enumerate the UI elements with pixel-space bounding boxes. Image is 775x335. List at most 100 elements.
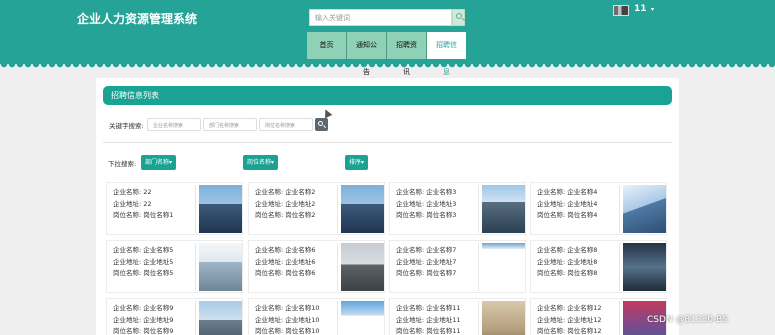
job-card[interactable]: 企业名称: 企业名称3 企业地址: 企业地址3 岗位名称: 岗位名称3 (389, 182, 526, 235)
position-name: 岗位名称: 岗位名称6 (255, 269, 316, 277)
keyword-search-label: 关键字搜索: (109, 122, 144, 130)
position-name: 岗位名称: 岗位名称10 (255, 327, 320, 335)
company-address: 企业地址: 企业地址5 (113, 257, 174, 266)
company-address: 企业地址: 22 (113, 199, 152, 208)
company-address: 企业地址: 企业地址3 (396, 199, 457, 208)
keyword-search-button[interactable] (315, 118, 328, 131)
card-separator (337, 185, 338, 233)
company-name: 企业名称: 22 (113, 188, 152, 196)
job-card[interactable]: 企业名称: 企业名称5 企业地址: 企业地址5 岗位名称: 岗位名称5 (106, 240, 243, 293)
company-name: 企业名称: 企业名称7 (396, 246, 457, 254)
company-address: 企业地址: 企业地址12 (537, 315, 602, 324)
building-image[interactable] (482, 243, 525, 291)
job-card-info: 企业名称: 企业名称10 企业地址: 企业地址10 岗位名称: 岗位名称10 (255, 303, 320, 335)
main-nav: 首页 通知公告 招聘资讯 招聘信息 (307, 32, 466, 76)
building-image[interactable] (199, 185, 242, 233)
building-image[interactable] (623, 185, 666, 233)
dropdown-search-label: 下拉搜索: (108, 160, 137, 168)
department-dropdown[interactable]: 部门名称▾ (141, 155, 177, 170)
job-card-info: 企业名称: 企业名称7 企业地址: 企业地址7 岗位名称: 岗位名称7 (396, 245, 456, 280)
job-card[interactable]: 企业名称: 22 企业地址: 22 岗位名称: 岗位名称1 (106, 182, 243, 235)
job-card-info: 企业名称: 企业名称11 企业地址: 企业地址11 岗位名称: 岗位名称11 (396, 303, 461, 335)
company-name: 企业名称: 企业名称6 (255, 246, 316, 254)
job-card-info: 企业名称: 企业名称3 企业地址: 企业地址3 岗位名称: 岗位名称3 (396, 187, 456, 222)
card-separator (337, 243, 338, 291)
company-address: 企业地址: 企业地址7 (396, 257, 457, 266)
nav-item-recruit-news[interactable]: 招聘资讯 (387, 32, 427, 76)
job-card[interactable]: 企业名称: 企业名称2 企业地址: 企业地址2 岗位名称: 岗位名称2 (248, 182, 385, 235)
nav-item-recruit-info[interactable]: 招聘信息 (427, 32, 466, 76)
job-card[interactable]: 企业名称: 企业名称10 企业地址: 企业地址10 岗位名称: 岗位名称10 (248, 298, 385, 335)
nav-item-notice[interactable]: 通知公告 (347, 32, 387, 76)
department-search-input[interactable]: 部门名称搜索 (203, 118, 257, 131)
job-card[interactable]: 企业名称: 企业名称9 企业地址: 企业地址9 岗位名称: 岗位名称9 (106, 298, 243, 335)
position-name: 岗位名称: 岗位名称11 (396, 327, 461, 335)
company-address: 企业地址: 企业地址10 (255, 315, 320, 324)
job-card[interactable]: 企业名称: 企业名称6 企业地址: 企业地址6 岗位名称: 岗位名称6 (248, 240, 385, 293)
search-icon (456, 13, 462, 19)
position-name: 岗位名称: 岗位名称8 (537, 269, 598, 277)
card-separator (478, 185, 479, 233)
position-name: 岗位名称: 岗位名称9 (113, 327, 174, 335)
building-image[interactable] (482, 185, 525, 233)
position-name: 岗位名称: 岗位名称5 (113, 269, 174, 277)
job-card[interactable]: 企业名称: 企业名称4 企业地址: 企业地址4 岗位名称: 岗位名称4 (530, 182, 667, 235)
company-search-input[interactable]: 企业名称搜索 (147, 118, 201, 131)
header-search-button[interactable] (452, 9, 465, 26)
nav-item-home[interactable]: 首页 (307, 32, 347, 59)
position-search-input[interactable]: 岗位名称搜索 (259, 118, 313, 131)
card-separator (619, 185, 620, 233)
building-image[interactable] (341, 243, 384, 291)
position-dropdown[interactable]: 岗位名称▾ (243, 155, 279, 170)
building-image[interactable] (341, 301, 384, 335)
building-image[interactable] (482, 301, 525, 335)
job-card-info: 企业名称: 企业名称12 企业地址: 企业地址12 岗位名称: 岗位名称12 (537, 303, 602, 335)
job-card-info: 企业名称: 22 企业地址: 22 岗位名称: 岗位名称1 (113, 187, 173, 222)
card-separator (619, 301, 620, 335)
company-address: 企业地址: 企业地址11 (396, 315, 461, 324)
header-scallop-edge (0, 64, 775, 70)
card-separator (478, 243, 479, 291)
watermark-text: CSDN @81330-BS (647, 315, 728, 325)
company-name: 企业名称: 企业名称10 (255, 304, 320, 312)
position-name: 岗位名称: 岗位名称12 (537, 327, 602, 335)
job-card-info: 企业名称: 企业名称2 企业地址: 企业地址2 岗位名称: 岗位名称2 (255, 187, 315, 222)
company-address: 企业地址: 企业地址2 (255, 199, 316, 208)
company-address: 企业地址: 企业地址4 (537, 199, 598, 208)
company-address: 企业地址: 企业地址9 (113, 315, 174, 324)
job-card[interactable]: 企业名称: 企业名称7 企业地址: 企业地址7 岗位名称: 岗位名称7 (389, 240, 526, 293)
company-name: 企业名称: 企业名称5 (113, 246, 174, 254)
company-name: 企业名称: 企业名称3 (396, 188, 457, 196)
company-name: 企业名称: 企业名称12 (537, 304, 602, 312)
company-name: 企业名称: 企业名称8 (537, 246, 598, 254)
building-image[interactable] (199, 243, 242, 291)
building-image[interactable] (341, 185, 384, 233)
company-address: 企业地址: 企业地址8 (537, 257, 598, 266)
company-name: 企业名称: 企业名称9 (113, 304, 174, 312)
app-title: 企业人力资源管理系统 (77, 12, 198, 26)
panel-title: 招聘信息列表 (103, 86, 672, 105)
job-card-info: 企业名称: 企业名称9 企业地址: 企业地址9 岗位名称: 岗位名称9 (113, 303, 173, 335)
username[interactable]: 11 (634, 4, 647, 14)
search-icon (318, 121, 323, 126)
job-card[interactable]: 企业名称: 企业名称8 企业地址: 企业地址8 岗位名称: 岗位名称8 (530, 240, 667, 293)
job-card[interactable]: 企业名称: 企业名称11 企业地址: 企业地址11 岗位名称: 岗位名称11 (389, 298, 526, 335)
job-card-info: 企业名称: 企业名称8 企业地址: 企业地址8 岗位名称: 岗位名称8 (537, 245, 597, 280)
position-name: 岗位名称: 岗位名称1 (113, 211, 174, 219)
company-name: 企业名称: 企业名称4 (537, 188, 598, 196)
company-address: 企业地址: 企业地址6 (255, 257, 316, 266)
position-name: 岗位名称: 岗位名称3 (396, 211, 457, 219)
chevron-down-icon[interactable]: ▾ (651, 6, 654, 13)
avatar[interactable] (613, 5, 629, 16)
card-separator (619, 243, 620, 291)
card-separator (195, 243, 196, 291)
building-image[interactable] (623, 243, 666, 291)
header-search-input[interactable]: 输入关键词 (309, 9, 452, 26)
building-image[interactable] (199, 301, 242, 335)
card-separator (478, 301, 479, 335)
job-card-info: 企业名称: 企业名称4 企业地址: 企业地址4 岗位名称: 岗位名称4 (537, 187, 597, 222)
job-card-info: 企业名称: 企业名称6 企业地址: 企业地址6 岗位名称: 岗位名称6 (255, 245, 315, 280)
position-name: 岗位名称: 岗位名称4 (537, 211, 598, 219)
position-name: 岗位名称: 岗位名称7 (396, 269, 457, 277)
sort-dropdown[interactable]: 排序▾ (345, 155, 369, 170)
